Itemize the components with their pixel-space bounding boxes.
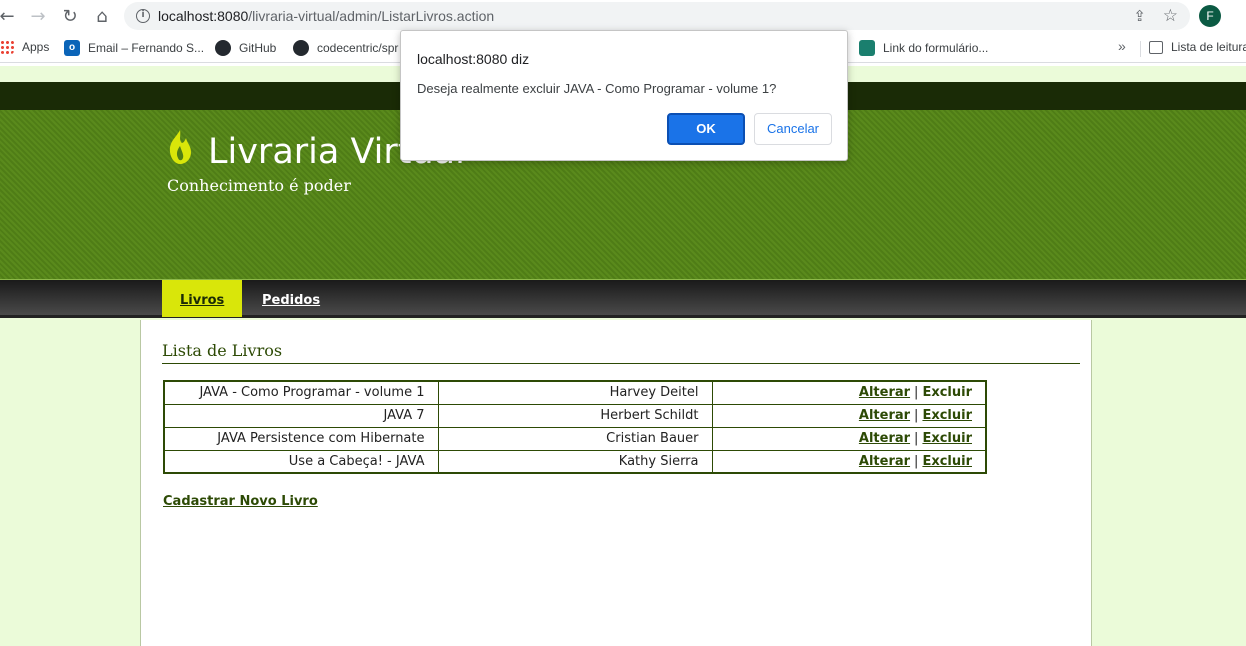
address-bar[interactable]: i localhost:8080/livraria-virtual/admin/… (124, 2, 1190, 30)
action-separator: | (914, 385, 919, 401)
book-author-cell: Herbert Schildt (437, 403, 713, 428)
back-arrow-icon[interactable]: ← (0, 5, 18, 27)
bookmark-apps[interactable]: Apps (0, 40, 49, 54)
book-actions-cell: Alterar | Excluir (711, 426, 987, 451)
dialog-message: Deseja realmente excluir JAVA - Como Pro… (417, 81, 777, 96)
book-title-cell: Use a Cabeça! - JAVA (163, 449, 439, 474)
add-book-link[interactable]: Cadastrar Novo Livro (163, 494, 318, 509)
book-actions-cell: Alterar | Excluir (711, 380, 987, 405)
bookmark-codecentric[interactable]: codecentric/spr (293, 40, 398, 56)
site-slogan: Conhecimento é poder (167, 176, 351, 195)
table-row: JAVA - Como Programar - volume 1 Harvey … (163, 380, 987, 405)
page-title: Lista de Livros (162, 341, 283, 360)
bookmarks-divider (1140, 41, 1141, 57)
bookmark-email[interactable]: o Email – Fernando S... (64, 40, 204, 56)
site-info-icon[interactable]: i (136, 9, 150, 23)
books-table: JAVA - Como Programar - volume 1 Harvey … (163, 380, 987, 474)
more-bookmarks-icon[interactable]: » (1118, 38, 1126, 54)
book-title-cell: JAVA Persistence com Hibernate (163, 426, 439, 451)
bookmark-label: Lista de leitura (1171, 40, 1246, 54)
home-icon[interactable]: ⌂ (91, 5, 113, 27)
profile-avatar[interactable]: F (1199, 5, 1221, 27)
ok-button[interactable]: OK (667, 113, 745, 145)
book-author-cell: Kathy Sierra (437, 449, 713, 474)
url-text[interactable]: localhost:8080/livraria-virtual/admin/Li… (158, 8, 494, 24)
title-divider (162, 363, 1080, 364)
table-row: JAVA Persistence com Hibernate Cristian … (163, 426, 987, 451)
bookmark-github[interactable]: GitHub (215, 40, 276, 56)
main-menu: Livros Pedidos (0, 280, 1246, 318)
bookmark-label: Email – Fernando S... (88, 41, 205, 55)
table-row: Use a Cabeça! - JAVA Kathy Sierra Altera… (163, 449, 987, 474)
book-author-cell: Harvey Deitel (437, 380, 713, 405)
github-icon (293, 40, 309, 56)
dialog-origin: localhost:8080 diz (417, 51, 530, 67)
book-actions-cell: Alterar | Excluir (711, 449, 987, 474)
edit-link[interactable]: Alterar (859, 408, 910, 423)
cancel-button[interactable]: Cancelar (754, 113, 832, 145)
edit-link[interactable]: Alterar (859, 385, 910, 400)
book-actions-cell: Alterar | Excluir (711, 403, 987, 428)
apps-grid-icon (0, 40, 14, 54)
forms-icon (859, 40, 875, 56)
edit-link[interactable]: Alterar (859, 454, 910, 469)
delete-link[interactable]: Excluir (922, 431, 972, 446)
browser-toolbar: ← → ↻ ⌂ i localhost:8080/livraria-virtua… (0, 0, 1246, 33)
delete-link[interactable]: Excluir (922, 385, 972, 400)
bookmark-label: Link do formulário... (883, 41, 989, 55)
bookmark-label: GitHub (239, 41, 277, 55)
confirm-dialog: localhost:8080 diz Deseja realmente excl… (400, 30, 848, 161)
outlook-icon: o (64, 40, 80, 56)
action-separator: | (914, 453, 919, 469)
flame-logo-icon (169, 130, 191, 164)
github-icon (215, 40, 231, 56)
bookmark-label: codecentric/spr (317, 41, 399, 55)
bookmark-label: Apps (22, 40, 50, 54)
action-separator: | (914, 408, 919, 423)
table-row: JAVA 7 Herbert Schildt Alterar | Excluir (163, 403, 987, 428)
menu-item-pedidos[interactable]: Pedidos (244, 280, 338, 317)
forward-arrow-icon[interactable]: → (27, 5, 49, 27)
content-area: Lista de Livros JAVA - Como Programar - … (140, 320, 1092, 646)
delete-link[interactable]: Excluir (922, 454, 972, 469)
menu-item-livros[interactable]: Livros (162, 280, 243, 317)
book-title-cell: JAVA 7 (163, 403, 439, 428)
book-author-cell: Cristian Bauer (437, 426, 713, 451)
url-host: localhost:8080 (158, 8, 249, 24)
delete-link[interactable]: Excluir (922, 408, 972, 423)
bookmark-form-link[interactable]: Link do formulário... (859, 40, 988, 56)
book-title-cell: JAVA - Como Programar - volume 1 (163, 380, 439, 405)
url-path: /livraria-virtual/admin/ListarLivros.act… (248, 8, 495, 24)
share-icon[interactable]: ⇪ (1133, 7, 1146, 25)
reading-list[interactable]: Lista de leitura (1149, 40, 1246, 54)
bookmark-star-icon[interactable]: ☆ (1163, 6, 1178, 26)
action-separator: | (914, 431, 919, 446)
reading-list-icon (1149, 40, 1163, 54)
reload-icon[interactable]: ↻ (59, 5, 81, 27)
edit-link[interactable]: Alterar (859, 431, 910, 446)
